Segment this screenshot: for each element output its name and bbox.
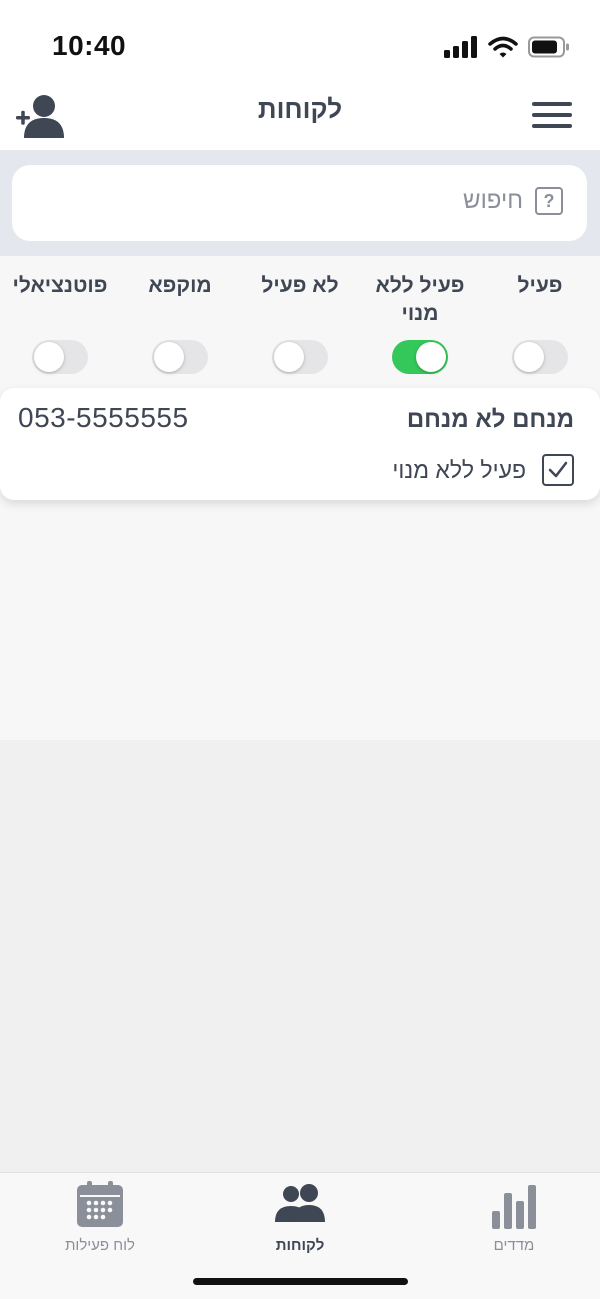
search-icon: ? bbox=[535, 187, 563, 215]
filter-potential: פוטנציאלי bbox=[0, 272, 120, 374]
users-icon bbox=[275, 1184, 325, 1222]
customer-status: פעיל ללא מנוי bbox=[392, 454, 574, 486]
filter-label: פעיל bbox=[517, 274, 563, 297]
menu-icon-line bbox=[532, 124, 572, 128]
bar-chart-icon bbox=[492, 1185, 536, 1229]
customer-name: מנחם לא מנחם bbox=[406, 406, 574, 433]
filter-label: פוטנציאלי bbox=[12, 274, 108, 297]
filter-toggle[interactable] bbox=[152, 340, 208, 374]
tab-metrics[interactable]: מדדים bbox=[434, 1179, 594, 1254]
list-item[interactable]: מנחם לא מנחם 053-5555555 פעיל ללא מנוי bbox=[0, 388, 600, 500]
filter-frozen: מוקפא bbox=[120, 272, 240, 374]
search-area: ? חיפוש bbox=[0, 150, 600, 256]
menu-button[interactable] bbox=[532, 102, 572, 130]
filter-label: מוקפא bbox=[148, 274, 212, 297]
filter-toggle[interactable] bbox=[272, 340, 328, 374]
search-content: ? חיפוש bbox=[463, 187, 563, 215]
filter-toggle[interactable] bbox=[512, 340, 568, 374]
search-input[interactable]: ? חיפוש bbox=[12, 165, 587, 241]
status-checkbox[interactable] bbox=[542, 454, 574, 486]
nav-bar: לקוחות bbox=[0, 84, 600, 150]
page-title: לקוחות bbox=[257, 94, 343, 124]
status-icons bbox=[444, 36, 570, 58]
tab-customers[interactable]: לקוחות bbox=[220, 1179, 380, 1254]
filter-toggle[interactable] bbox=[392, 340, 448, 374]
menu-icon-line bbox=[532, 113, 572, 117]
tab-label: לקוחות bbox=[275, 1237, 325, 1254]
tab-activity-board[interactable]: לוח פעילות bbox=[20, 1179, 180, 1254]
filter-inactive: לא פעיל bbox=[240, 272, 360, 374]
calendar-icon bbox=[77, 1181, 123, 1227]
status-time: 10:40 bbox=[52, 30, 127, 61]
menu-icon bbox=[532, 102, 572, 106]
filter-label: לא פעיל bbox=[261, 274, 339, 297]
checkmark-icon bbox=[548, 461, 568, 478]
filter-active-no-subscription: פעיל ללא מנוי bbox=[360, 272, 480, 374]
customer-phone[interactable]: 053-5555555 bbox=[18, 402, 189, 434]
status-filters: פעיל פעיל ללא מנוי לא פעיל מוקפא פוטנציא… bbox=[0, 256, 600, 384]
status-bar: 10:40 bbox=[0, 0, 600, 84]
filter-toggle[interactable] bbox=[32, 340, 88, 374]
battery-icon bbox=[528, 36, 569, 58]
customer-list: מנחם לא מנחם 053-5555555 פעיל ללא מנוי bbox=[0, 384, 600, 740]
wifi-icon bbox=[488, 36, 518, 58]
signal-icon bbox=[444, 36, 477, 58]
tab-label: לוח פעילות bbox=[65, 1237, 135, 1254]
tab-label: מדדים bbox=[493, 1237, 535, 1254]
home-indicator bbox=[193, 1278, 408, 1285]
filter-label: פעיל ללא מנוי bbox=[375, 274, 465, 325]
search-placeholder: חיפוש bbox=[463, 187, 523, 214]
status-text: פעיל ללא מנוי bbox=[392, 456, 526, 483]
filter-active: פעיל bbox=[480, 272, 600, 374]
